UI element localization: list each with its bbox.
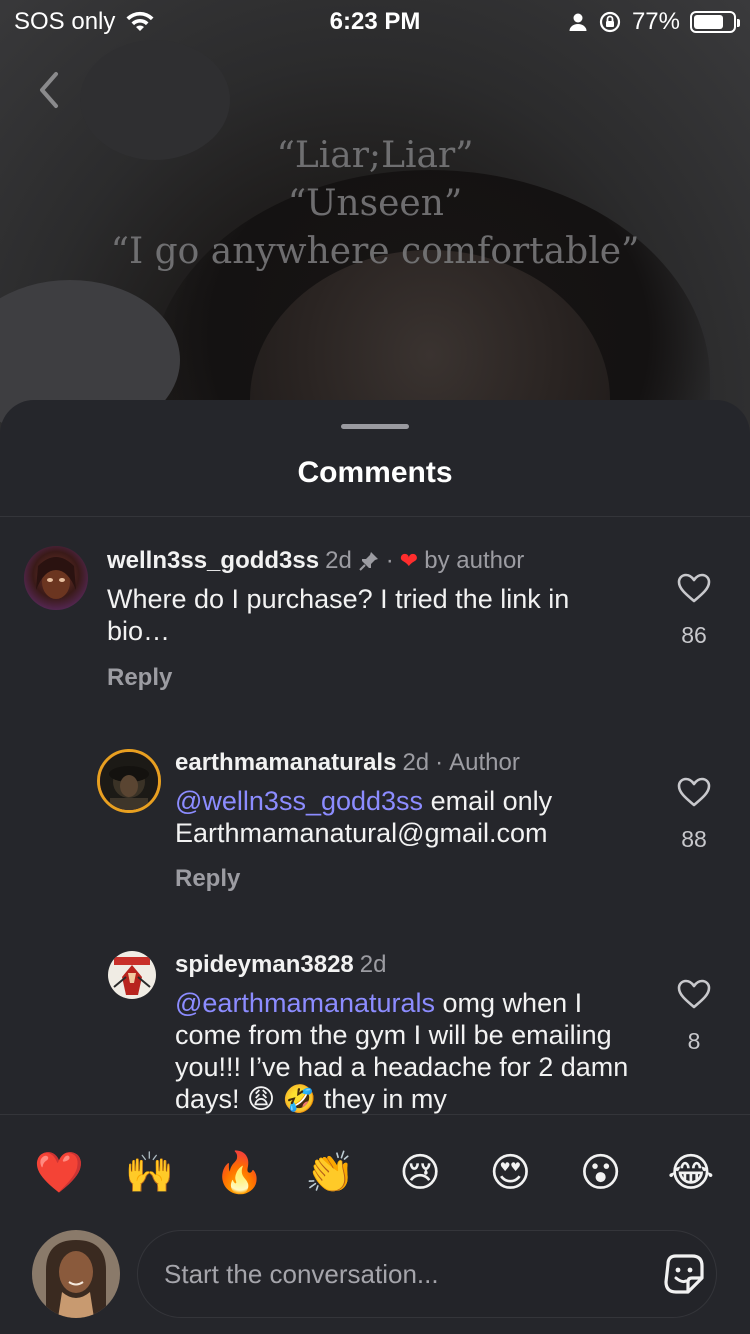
like-count: 8 [687, 1028, 701, 1054]
red-heart-emoji-button[interactable]: ❤️ [33, 1147, 85, 1199]
battery-percent: 77% [631, 8, 680, 35]
surprised-face-emoji-button[interactable]: 😮 [575, 1147, 627, 1199]
comment-input-placeholder: Start the conversation... [164, 1258, 439, 1289]
liked-by-author-label: by author [424, 547, 525, 574]
like-button[interactable]: 8 [664, 979, 724, 1055]
comment-age: 2d [359, 951, 387, 978]
comment-username[interactable]: earthmamanaturals [175, 749, 396, 777]
comment-age: 2d [402, 749, 430, 776]
orientation-lock-icon [599, 11, 621, 33]
comment-input[interactable]: Start the conversation... [137, 1230, 717, 1318]
carrier-label: SOS only [14, 8, 116, 35]
comment-composer: Start the conversation... [0, 1230, 750, 1334]
caption-line: “Liar;Liar” [276, 135, 474, 176]
fire-emoji-button[interactable]: 🔥 [214, 1147, 266, 1199]
comment-username[interactable]: welln3ss_godd3ss [107, 547, 319, 575]
comment-text: @earthmamanaturals omg when I come from … [175, 987, 645, 1114]
avatar[interactable] [108, 951, 156, 999]
reply-button[interactable]: Reply [175, 865, 240, 893]
avatar[interactable] [97, 749, 161, 813]
back-chevron-icon[interactable] [30, 66, 70, 114]
battery-icon [690, 11, 740, 33]
comment-list[interactable]: welln3ss_godd3ss 2d · ❤ by author Where … [0, 517, 750, 1114]
meta-separator: · [435, 749, 444, 776]
author-heart-icon: ❤ [399, 548, 419, 573]
comment-text: Where do I purchase? I tried the link in… [107, 584, 570, 646]
wifi-icon [126, 11, 154, 31]
like-button[interactable]: 88 [664, 777, 724, 853]
clapping-hands-emoji-button[interactable]: 👏 [304, 1147, 356, 1199]
avatar-image [108, 951, 156, 999]
sheet-drag-handle[interactable] [341, 424, 409, 429]
reply-button[interactable]: Reply [107, 664, 172, 692]
comment-username[interactable]: spideyman3828 [175, 951, 354, 979]
avatar-image [32, 1230, 120, 1318]
like-count: 88 [681, 826, 707, 852]
like-button[interactable]: 86 [664, 573, 724, 649]
heart-eyes-emoji-button[interactable]: 😍 [484, 1147, 536, 1199]
comment-age: 2d [325, 547, 352, 574]
comments-sheet: Comments welln3ss_godd3ss 2d · ❤ by auth… [0, 400, 750, 1334]
meta-separator: · [385, 547, 394, 574]
author-badge: Author [449, 749, 520, 776]
pin-icon [359, 552, 378, 571]
avatar-image [100, 752, 158, 810]
heart-outline-icon [677, 979, 711, 1009]
mention-link[interactable]: @earthmamanaturals [175, 988, 435, 1018]
current-user-avatar [32, 1230, 120, 1318]
emoji-reaction-bar: ❤️ 🙌 🔥 👏 😢 😍 😮 😂 [0, 1114, 750, 1230]
raising-hands-emoji-button[interactable]: 🙌 [123, 1147, 175, 1199]
heart-outline-icon [677, 777, 711, 807]
heart-outline-icon [677, 573, 711, 603]
sticker-icon[interactable] [660, 1250, 708, 1298]
sheet-title: Comments [297, 456, 453, 489]
video-caption: “Liar;Liar” “Unseen” “I go anywhere comf… [0, 132, 750, 276]
avatar-image [24, 546, 88, 610]
crying-face-emoji-button[interactable]: 😢 [394, 1147, 446, 1199]
mention-link[interactable]: @welln3ss_godd3ss [175, 786, 423, 816]
person-icon [569, 13, 587, 31]
tears-of-joy-emoji-button[interactable]: 😂 [665, 1147, 717, 1199]
comment-text: @welln3ss_godd3ss email only Earthmamana… [175, 785, 635, 849]
avatar[interactable] [24, 546, 88, 610]
like-count: 86 [681, 622, 707, 648]
status-bar: SOS only 6:23 PM 77% [0, 0, 750, 44]
caption-line: “Unseen” [287, 183, 463, 224]
caption-line: “I go anywhere comfortable” [110, 231, 640, 272]
